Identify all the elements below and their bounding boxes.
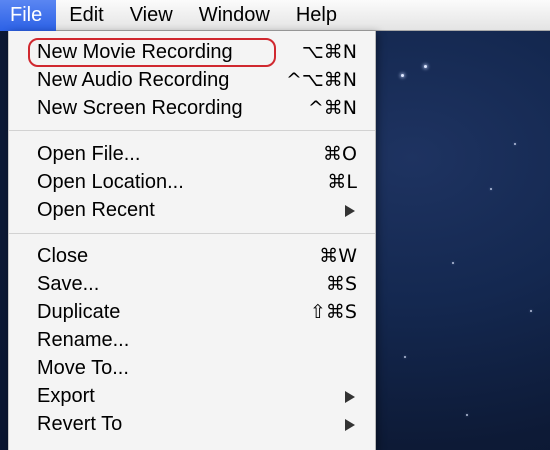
menu-item-label: Revert To	[37, 413, 123, 435]
menu-item-open-file[interactable]: Open File... ⌘O	[9, 140, 375, 168]
menu-item-label: Move To...	[37, 357, 129, 379]
menu-item-label: Open Location...	[37, 171, 184, 193]
menu-item-shortcut: ⌘S	[325, 273, 357, 295]
menu-item-shortcut: ^⌥⌘N	[285, 69, 357, 91]
menu-item-shortcut: ⌥⌘N	[301, 41, 357, 63]
menu-item-label: Export	[37, 385, 95, 407]
menu-item-open-location[interactable]: Open Location... ⌘L	[9, 168, 375, 196]
star	[452, 262, 454, 264]
menu-item-label: New Audio Recording	[37, 69, 230, 91]
menu-item-duplicate[interactable]: Duplicate ⇧⌘S	[9, 298, 375, 326]
menubar-window[interactable]: Window	[186, 0, 283, 31]
menu-item-new-audio-recording[interactable]: New Audio Recording ^⌥⌘N	[9, 66, 375, 94]
submenu-arrow-icon	[345, 391, 355, 403]
star	[424, 65, 427, 68]
menu-item-close[interactable]: Close ⌘W	[9, 242, 375, 270]
menu-item-export[interactable]: Export	[9, 382, 375, 410]
menu-item-label: New Screen Recording	[37, 97, 243, 119]
menu-separator	[9, 130, 375, 131]
menu-item-open-recent[interactable]: Open Recent	[9, 196, 375, 224]
star	[490, 188, 492, 190]
star	[530, 310, 532, 312]
menu-bar: File Edit View Window Help	[0, 0, 550, 31]
menubar-help[interactable]: Help	[283, 0, 350, 31]
menu-item-label: Open Recent	[37, 199, 155, 221]
menu-item-label: Save...	[37, 273, 100, 295]
menu-item-new-movie-recording[interactable]: New Movie Recording ⌥⌘N	[9, 38, 375, 66]
menu-item-shortcut: ⌘L	[327, 171, 357, 193]
menu-item-shortcut: ⌘W	[319, 245, 357, 267]
submenu-arrow-icon	[345, 419, 355, 431]
menu-item-save[interactable]: Save... ⌘S	[9, 270, 375, 298]
menu-item-label: New Movie Recording	[37, 41, 233, 63]
menu-item-move-to[interactable]: Move To...	[9, 354, 375, 382]
menu-item-label: Open File...	[37, 143, 141, 165]
menubar-file[interactable]: File	[0, 0, 57, 31]
menu-item-new-screen-recording[interactable]: New Screen Recording ^⌘N	[9, 94, 375, 122]
menu-item-label: Close	[37, 245, 89, 267]
menu-item-label: Duplicate	[37, 301, 121, 323]
star	[514, 143, 516, 145]
menu-item-shortcut: ⌘O	[323, 143, 357, 165]
menubar-edit[interactable]: Edit	[56, 0, 116, 31]
menu-item-rename[interactable]: Rename...	[9, 326, 375, 354]
star	[466, 414, 468, 416]
menu-item-shortcut: ^⌘N	[307, 97, 357, 119]
menu-item-revert-to[interactable]: Revert To	[9, 410, 375, 438]
menu-item-label: Rename...	[37, 329, 130, 351]
star	[401, 74, 404, 77]
menubar-view[interactable]: View	[117, 0, 186, 31]
menu-separator	[9, 233, 375, 234]
file-menu-dropdown: New Movie Recording ⌥⌘N New Audio Record…	[8, 31, 376, 450]
submenu-arrow-icon	[345, 205, 355, 217]
star	[404, 356, 406, 358]
menu-item-shortcut: ⇧⌘S	[310, 301, 357, 323]
